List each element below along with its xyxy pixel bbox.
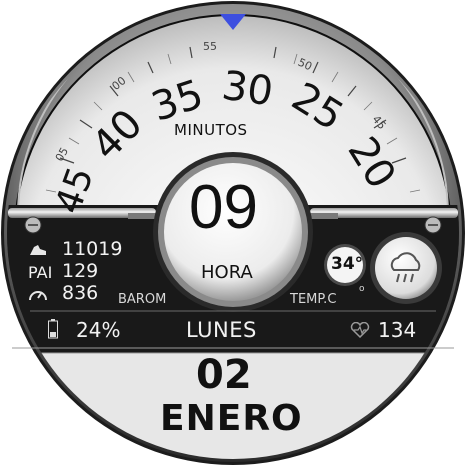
weekday-label: LUNES	[186, 318, 257, 342]
steps-icon	[28, 242, 48, 256]
hour-label: HORA	[201, 262, 253, 283]
dial-small-number: 55	[203, 40, 217, 53]
temp-unit-mark: o	[359, 284, 365, 294]
barom-label: BAROM	[118, 292, 167, 307]
steps-value: 11019	[62, 238, 123, 260]
hour-value: 09	[189, 173, 258, 242]
dial-minute-number: 30	[219, 62, 276, 116]
date-day: 02	[196, 352, 252, 398]
date-month: ENERO	[160, 398, 303, 439]
pai-label: PAI	[28, 263, 53, 282]
barometer-icon	[28, 286, 48, 302]
rain-cloud-icon[interactable]	[386, 250, 426, 286]
screw-right	[424, 216, 442, 234]
temperature-value: 34°	[331, 254, 364, 274]
pai-value: 129	[62, 260, 99, 282]
heart-icon	[350, 321, 370, 339]
battery-icon	[48, 319, 58, 339]
screw-left	[24, 216, 42, 234]
barom-value: 836	[62, 282, 99, 304]
battery-value: 24%	[76, 318, 121, 342]
temp-label: TEMP.C	[290, 292, 337, 307]
minutes-label: MINUTOS	[174, 121, 248, 139]
watch-face: 05 00 55 50 45 45 40 35 30 25 20 MINUTOS…	[0, 0, 466, 466]
heart-rate-value: 134	[378, 318, 417, 342]
